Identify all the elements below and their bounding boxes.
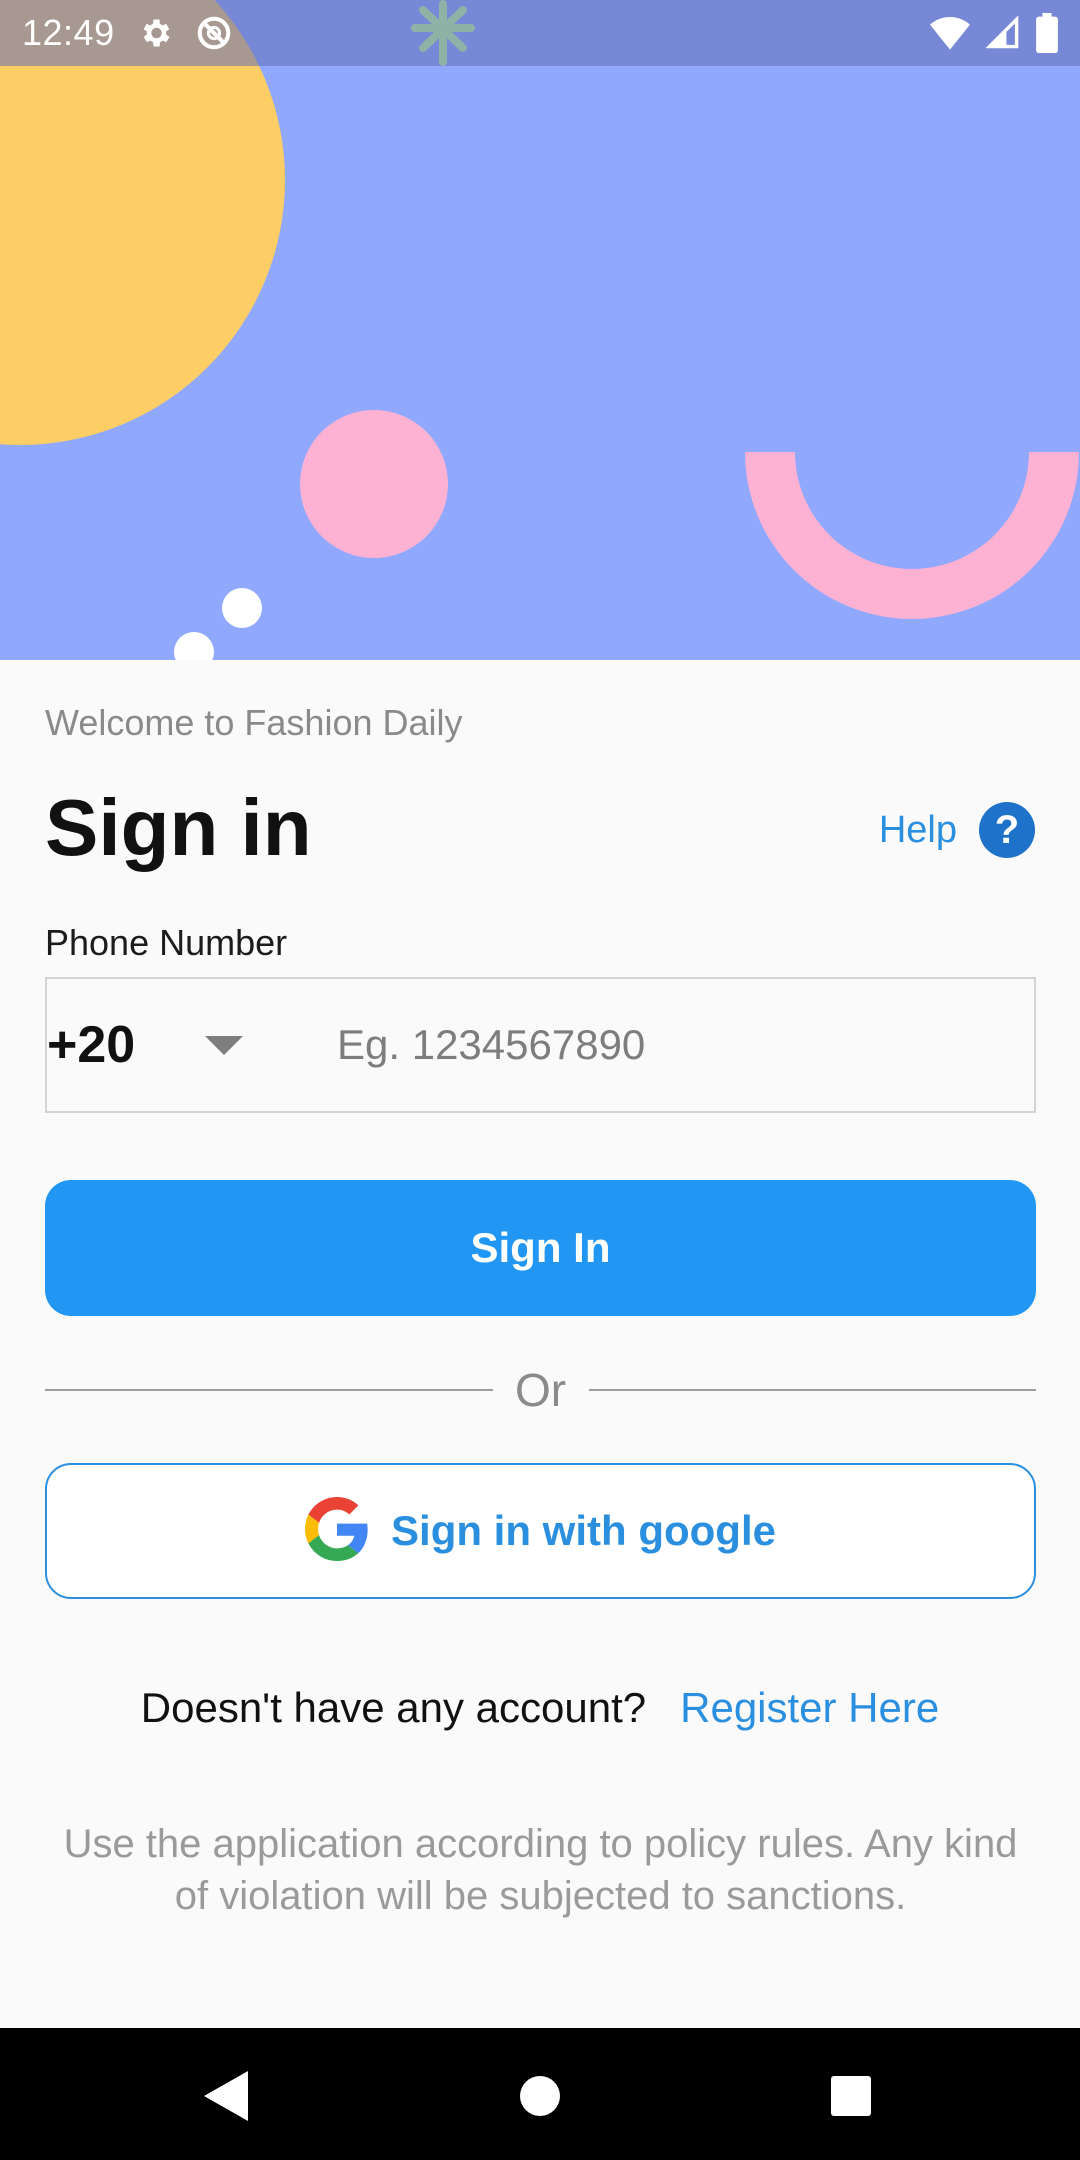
gear-icon <box>137 15 173 51</box>
white-dot-shape <box>222 588 262 628</box>
google-sign-in-label: Sign in with google <box>391 1507 776 1554</box>
navigation-bar <box>0 2028 1080 2160</box>
or-divider: Or <box>45 1362 1036 1418</box>
google-sign-in-button[interactable]: Sign in with google <box>45 1463 1036 1599</box>
phone-number-label: Phone Number <box>45 922 288 963</box>
sign-in-button[interactable]: Sign In <box>45 1180 1036 1316</box>
white-dot-shape <box>174 632 214 660</box>
register-row: Doesn't have any account? Register Here <box>0 1684 1080 1732</box>
register-link[interactable]: Register Here <box>680 1684 939 1732</box>
divider-line-right <box>588 1389 1036 1391</box>
divider-text: Or <box>514 1364 567 1416</box>
divider-line-left <box>45 1389 493 1391</box>
welcome-text: Welcome to Fashion Daily <box>45 702 463 743</box>
phone-number-field: +20 <box>45 977 1036 1113</box>
chevron-down-icon <box>205 1035 244 1055</box>
policy-text: Use the application according to policy … <box>63 1822 1018 1918</box>
help-question-icon: ? <box>979 802 1035 858</box>
sign-in-screen: 12:49 Welcome to Fashion Daily Sign in H… <box>0 0 1080 2160</box>
battery-icon <box>1036 13 1058 53</box>
country-code-dropdown[interactable]: +20 <box>47 979 337 1111</box>
notification-star-icon <box>403 0 483 66</box>
wifi-icon <box>930 16 970 50</box>
back-icon[interactable] <box>196 2066 256 2126</box>
country-code-value: +20 <box>47 1016 136 1074</box>
page-title: Sign in <box>45 783 312 872</box>
status-time: 12:49 <box>22 12 115 53</box>
hero-illustration <box>0 0 1080 660</box>
google-logo-icon <box>305 1496 369 1566</box>
status-bar: 12:49 <box>0 0 1080 66</box>
recents-icon[interactable] <box>821 2066 881 2126</box>
sun-shape <box>0 0 285 445</box>
pink-circle-shape <box>300 410 448 558</box>
no-sync-icon <box>195 14 233 52</box>
cellular-signal-icon <box>986 16 1020 50</box>
phone-number-input[interactable] <box>337 979 1034 1111</box>
pink-arc-shape <box>745 452 1079 619</box>
help-label: Help <box>878 808 957 851</box>
help-button[interactable]: Help ? <box>879 802 1035 858</box>
register-question: Doesn't have any account? <box>140 1684 647 1731</box>
home-icon[interactable] <box>510 2066 570 2126</box>
